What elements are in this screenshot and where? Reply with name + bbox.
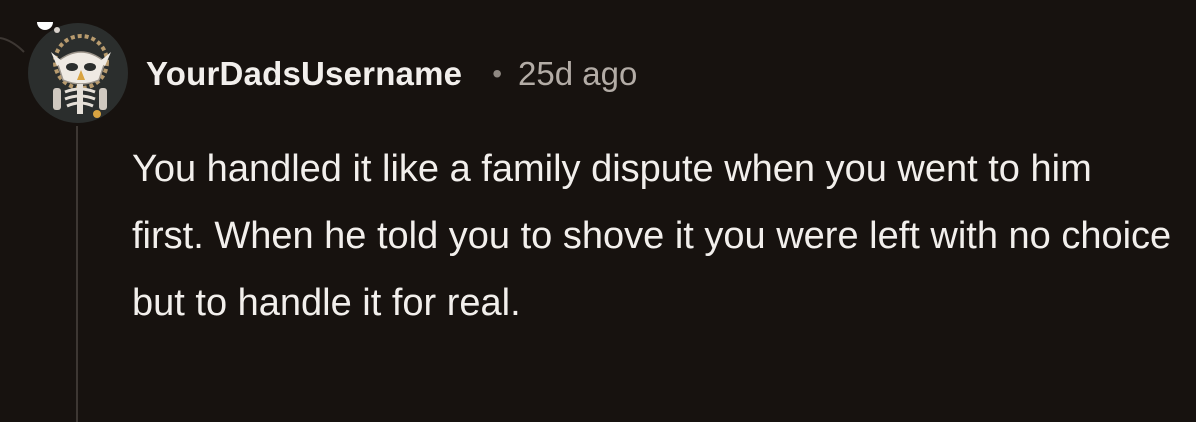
- thread-line[interactable]: [76, 126, 78, 422]
- avatar-icon[interactable]: [27, 22, 129, 124]
- meta-separator: •: [492, 58, 503, 89]
- username-link[interactable]: YourDadsUsername: [146, 55, 462, 93]
- comment-header: YourDadsUsername • 25d ago: [146, 52, 637, 96]
- comment-card: YourDadsUsername • 25d ago You handled i…: [0, 0, 1196, 422]
- comment-body: You handled it like a family dispute whe…: [132, 148, 1172, 324]
- comment-timestamp[interactable]: 25d ago: [518, 55, 637, 93]
